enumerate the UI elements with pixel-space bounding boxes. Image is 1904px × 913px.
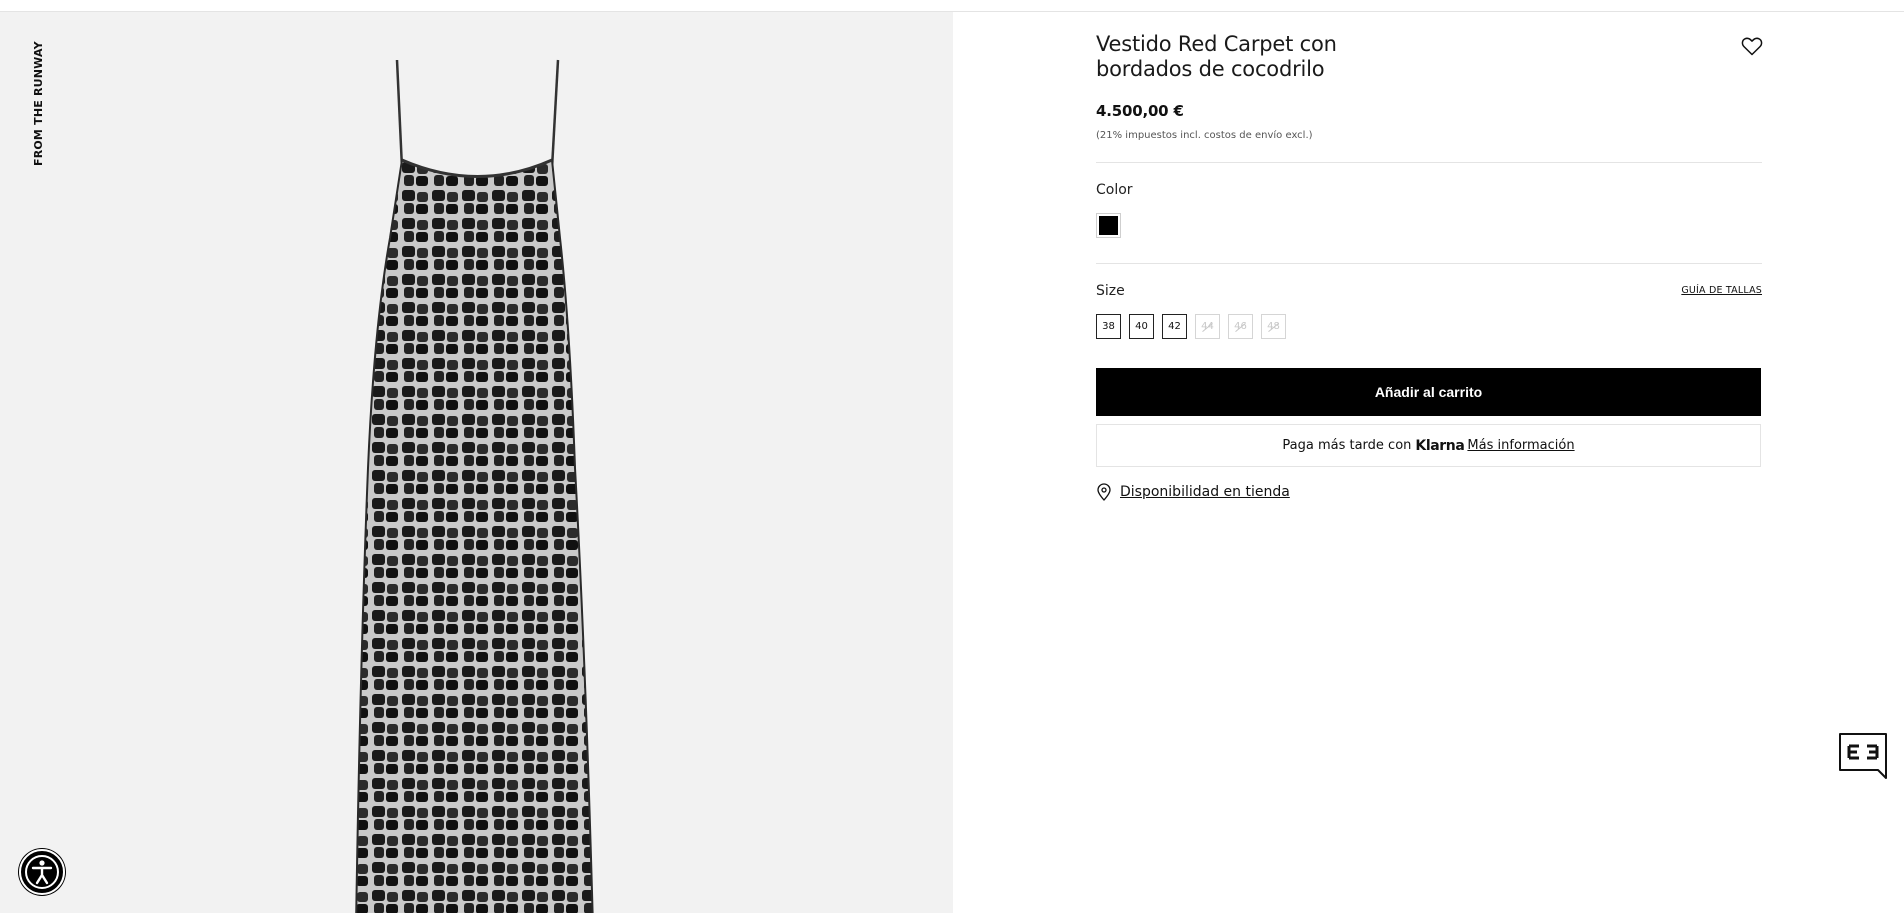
size-option-46: 46: [1228, 314, 1253, 339]
add-to-cart-button[interactable]: Añadir al carrito: [1096, 368, 1761, 416]
tax-note: (21% impuestos incl. costos de envío exc…: [1096, 130, 1313, 141]
swatch-fill: [1099, 216, 1118, 235]
heart-icon[interactable]: [1740, 34, 1764, 58]
size-label: Size: [1096, 283, 1125, 299]
runway-tag-text: FROM THE RUNWAY: [32, 41, 45, 166]
runway-tag: FROM THE RUNWAY: [30, 41, 45, 166]
product-info: Vestido Red Carpet con bordados de cocod…: [1096, 0, 1764, 913]
size-option-40[interactable]: 40: [1129, 314, 1154, 339]
product-gallery: FROM THE RUNWAY: [0, 12, 953, 913]
divider: [1096, 263, 1762, 264]
product-title: Vestido Red Carpet con bordados de cocod…: [1096, 32, 1426, 82]
chat-bubble-icon[interactable]: [1838, 732, 1888, 780]
accessibility-icon: [25, 855, 59, 889]
color-label: Color: [1096, 182, 1133, 198]
size-option-48: 48: [1261, 314, 1286, 339]
store-availability-link[interactable]: Disponibilidad en tienda: [1120, 484, 1290, 500]
klarna-logo: Klarna: [1415, 437, 1465, 454]
product-price: 4.500,00 €: [1096, 102, 1184, 120]
accessibility-button[interactable]: [19, 849, 65, 895]
dress-photo[interactable]: [340, 48, 610, 913]
klarna-text: Paga más tarde con: [1282, 438, 1412, 453]
size-guide-link[interactable]: GUÍA DE TALLAS: [1681, 285, 1762, 296]
klarna-more-info-link[interactable]: Más información: [1467, 438, 1574, 453]
product-title-line-2: bordados de cocodrilo: [1096, 57, 1325, 81]
divider: [1096, 162, 1762, 163]
klarna-banner: Paga más tarde con Klarna Más informació…: [1096, 424, 1761, 467]
size-option-38[interactable]: 38: [1096, 314, 1121, 339]
color-swatch-black[interactable]: [1096, 213, 1121, 238]
location-pin-icon: [1097, 483, 1111, 501]
size-option-44: 44: [1195, 314, 1220, 339]
size-options: 38 40 42 44 46 48: [1096, 314, 1286, 339]
product-title-line-1: Vestido Red Carpet con: [1096, 32, 1337, 56]
store-availability[interactable]: Disponibilidad en tienda: [1096, 483, 1290, 501]
size-option-42[interactable]: 42: [1162, 314, 1187, 339]
